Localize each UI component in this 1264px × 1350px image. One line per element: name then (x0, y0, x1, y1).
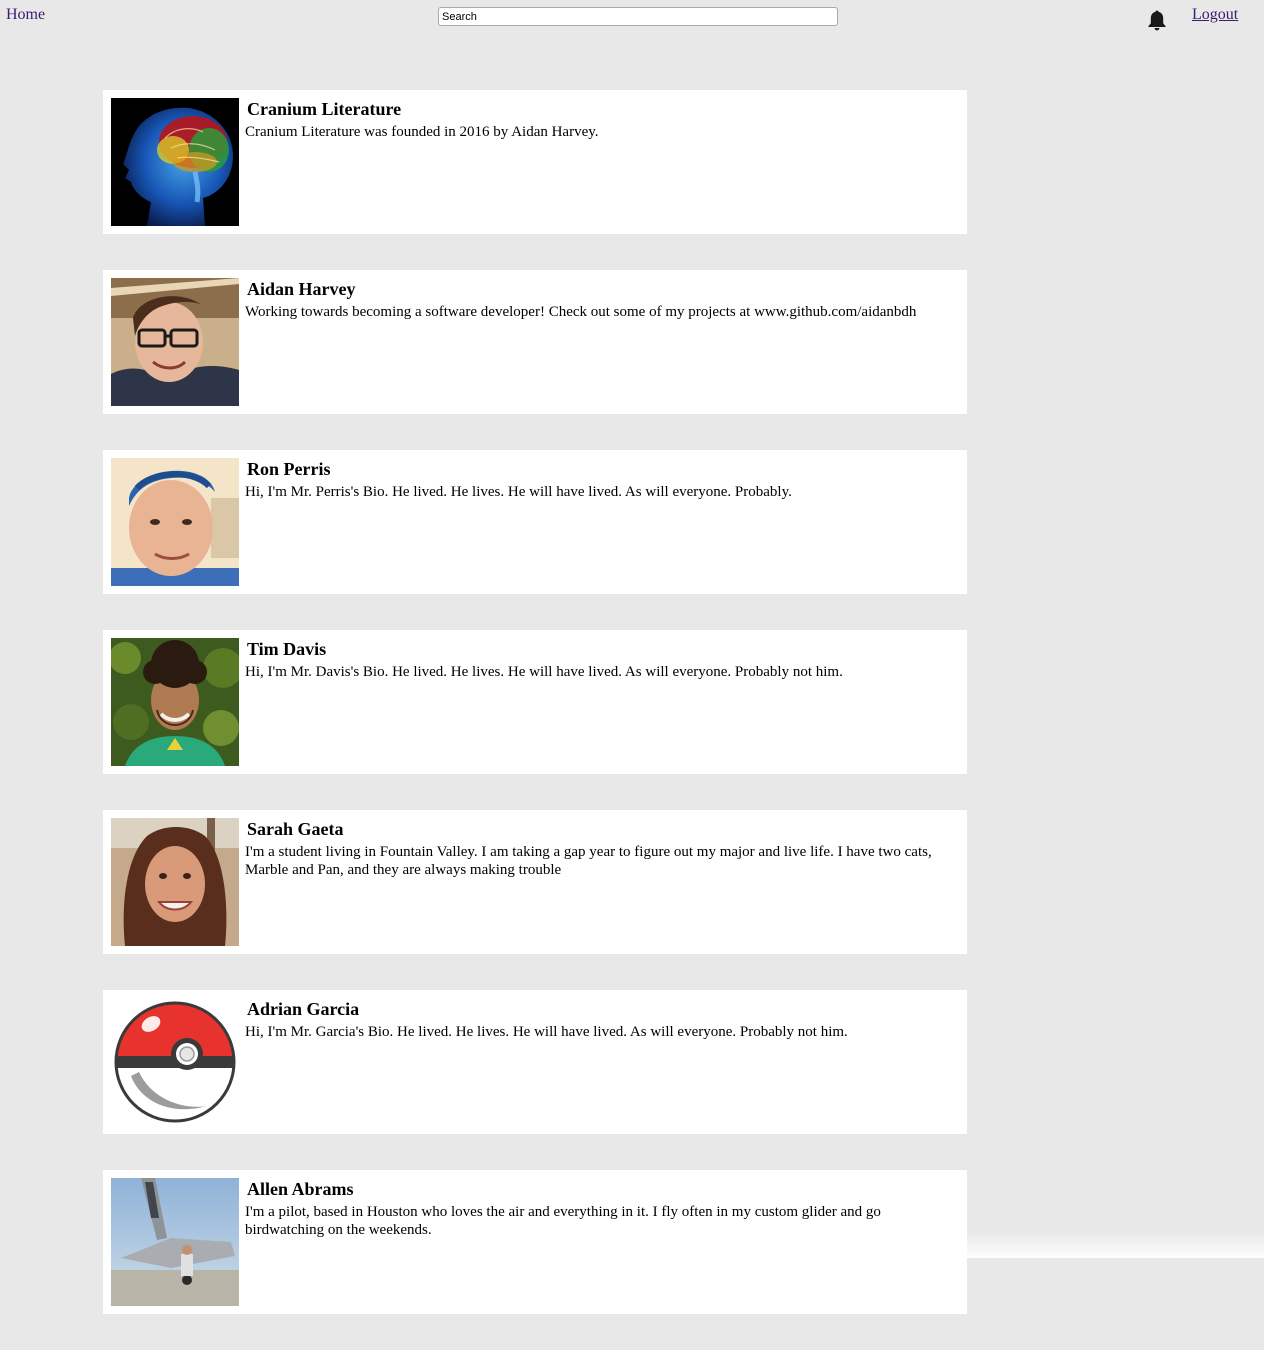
logout-link[interactable]: Logout (1192, 6, 1238, 24)
bell-icon[interactable] (1146, 8, 1168, 32)
profile-card: Tim Davis Hi, I'm Mr. Davis's Bio. He li… (103, 630, 967, 774)
profile-bio: Cranium Literature was founded in 2016 b… (245, 124, 599, 140)
home-link[interactable]: Home (6, 6, 45, 24)
profile-card: Sarah Gaeta I'm a student living in Foun… (103, 810, 967, 954)
profile-photo[interactable] (111, 278, 239, 406)
profile-bio: Working towards becoming a software deve… (245, 304, 917, 320)
profile-name[interactable]: Adrian Garcia (247, 998, 359, 1020)
profile-name[interactable]: Cranium Literature (247, 98, 401, 120)
profile-name[interactable]: Aidan Harvey (247, 278, 356, 300)
profile-photo[interactable] (111, 818, 239, 946)
pokeball-image[interactable] (111, 998, 239, 1126)
profile-name[interactable]: Sarah Gaeta (247, 818, 344, 840)
search-input[interactable] (438, 7, 838, 26)
profile-name[interactable]: Allen Abrams (247, 1178, 354, 1200)
profile-name[interactable]: Tim Davis (247, 638, 326, 660)
profile-name[interactable]: Ron Perris (247, 458, 330, 480)
profile-bio: I'm a student living in Fountain Valley.… (245, 844, 932, 878)
profile-card: Ron Perris Hi, I'm Mr. Perris's Bio. He … (103, 450, 967, 594)
profile-card: Aidan Harvey Working towards becoming a … (103, 270, 967, 414)
top-navigation-bar: Home Logout (0, 0, 1264, 34)
profile-bio: Hi, I'm Mr. Perris's Bio. He lived. He l… (245, 484, 792, 500)
profile-card: Cranium Literature Cranium Literature wa… (103, 90, 967, 234)
profile-photo[interactable] (111, 638, 239, 766)
profile-bio: I'm a pilot, based in Houston who loves … (245, 1204, 881, 1238)
profile-feed: Cranium Literature Cranium Literature wa… (103, 90, 967, 1350)
profile-bio: Hi, I'm Mr. Garcia's Bio. He lived. He l… (245, 1024, 848, 1040)
profile-photo[interactable] (111, 458, 239, 586)
profile-bio: Hi, I'm Mr. Davis's Bio. He lived. He li… (245, 664, 843, 680)
profile-card: Adrian Garcia Hi, I'm Mr. Garcia's Bio. … (103, 990, 967, 1134)
brain-xray-image[interactable] (111, 98, 239, 226)
profile-card: Allen Abrams I'm a pilot, based in Houst… (103, 1170, 967, 1314)
aircraft-photo[interactable] (111, 1178, 239, 1306)
